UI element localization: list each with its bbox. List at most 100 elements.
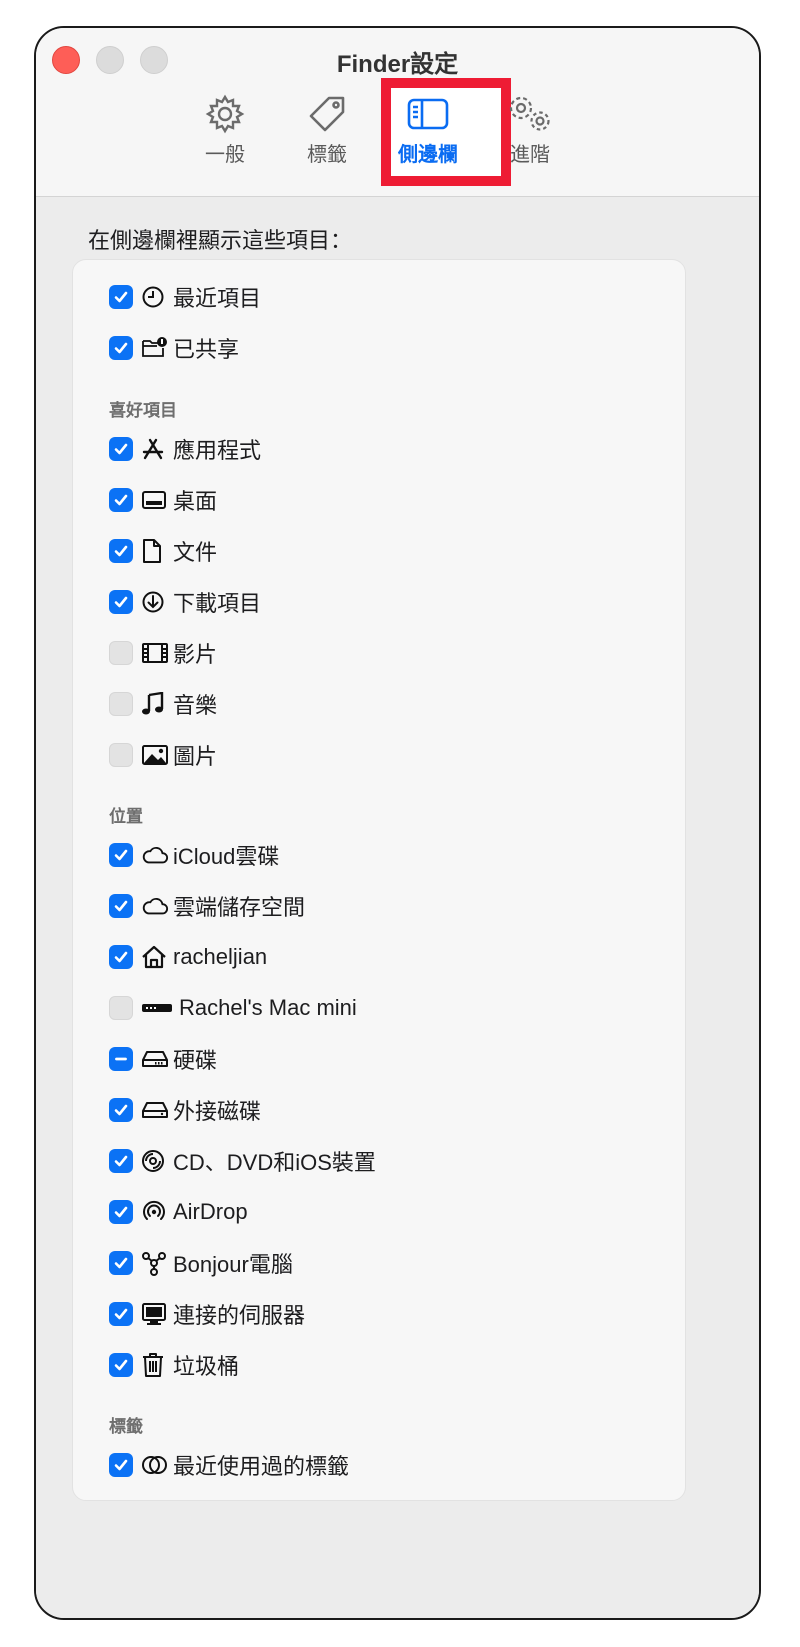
toolbar: Finder設定 一般 標籤 側邊欄 進階	[36, 28, 759, 197]
checkbox[interactable]	[109, 641, 133, 665]
tab-sidebar[interactable]: 側邊欄	[378, 94, 478, 167]
section-label-tags: 標籤	[109, 1417, 143, 1436]
section-label-favorites: 喜好項目	[109, 401, 177, 420]
desktop-icon	[141, 488, 169, 512]
option-cloud-storage[interactable]: 雲端儲存空間	[109, 889, 305, 923]
photo-icon	[141, 743, 169, 767]
checkbox[interactable]	[109, 1149, 133, 1173]
sidebar-items-panel: 最近項目 已共享 喜好項目 應用程式 桌面 文件 下載項目 影片 音樂 圖片 位…	[72, 259, 686, 1501]
checkbox[interactable]	[109, 1251, 133, 1275]
option-external-disks[interactable]: 外接磁碟	[109, 1093, 261, 1127]
settings-content: 在側邊欄裡顯示這些項目： 最近項目 已共享 喜好項目 應用程式 桌面 文件 下載…	[36, 197, 759, 1618]
download-icon	[141, 590, 169, 614]
option-label: iCloud雲碟	[173, 844, 280, 869]
option-label: 硬碟	[173, 1048, 218, 1073]
option-documents[interactable]: 文件	[109, 534, 217, 568]
option-label: 雲端儲存空間	[173, 895, 306, 920]
section-heading: 在側邊欄裡顯示這些項目：	[88, 228, 353, 253]
bonjour-icon	[141, 1251, 169, 1276]
cloud-icon	[141, 843, 169, 867]
checkbox[interactable]	[109, 1453, 133, 1477]
option-applications[interactable]: 應用程式	[109, 432, 261, 466]
checkbox[interactable]	[109, 743, 133, 767]
option-label: 下載項目	[173, 591, 262, 616]
option-cd-dvd-ios[interactable]: CD、DVD和iOS裝置	[109, 1144, 376, 1178]
option-label: Bonjour電腦	[173, 1252, 293, 1277]
option-label: 連接的伺服器	[173, 1303, 306, 1328]
tag-icon	[309, 96, 345, 132]
option-connected-servers[interactable]: 連接的伺服器	[109, 1297, 305, 1331]
drive-icon	[141, 1047, 169, 1071]
option-recent-tags[interactable]: 最近使用過的標籤	[109, 1448, 349, 1482]
tab-general[interactable]: 一般	[175, 94, 275, 167]
tab-label: 一般	[205, 144, 245, 166]
tab-label: 側邊欄	[398, 144, 458, 166]
checkbox[interactable]	[109, 437, 133, 461]
checkbox[interactable]	[109, 1098, 133, 1122]
option-label: 桌面	[173, 489, 218, 514]
option-recents[interactable]: 最近項目	[109, 280, 261, 314]
tab-advanced[interactable]: 進階	[480, 94, 580, 167]
option-label: 已共享	[173, 337, 240, 362]
checkbox[interactable]	[109, 488, 133, 512]
window-title: Finder設定	[336, 51, 459, 78]
tab-label: 標籤	[307, 144, 347, 166]
document-icon	[141, 539, 169, 563]
checkbox[interactable]	[109, 945, 133, 969]
gear-icon	[205, 94, 245, 134]
film-icon	[141, 641, 169, 665]
option-bonjour[interactable]: Bonjour電腦	[109, 1246, 293, 1280]
option-label: AirDrop	[173, 1199, 248, 1224]
home-icon	[141, 945, 169, 969]
option-label: Rachel's Mac mini	[179, 995, 357, 1020]
option-label: 音樂	[173, 693, 218, 718]
external-drive-icon	[141, 1098, 169, 1122]
option-home[interactable]: racheljian	[109, 940, 267, 974]
server-icon	[141, 1302, 169, 1326]
shared-folder-icon	[141, 336, 169, 360]
option-pictures[interactable]: 圖片	[109, 738, 217, 772]
gears-icon	[509, 96, 550, 131]
option-shared[interactable]: 已共享	[109, 331, 239, 365]
sidebar-icon	[407, 98, 449, 130]
checkbox[interactable]	[109, 539, 133, 563]
option-label: 文件	[173, 540, 218, 565]
option-label: CD、DVD和iOS裝置	[173, 1150, 376, 1175]
checkbox[interactable]	[109, 1353, 133, 1377]
option-icloud-drive[interactable]: iCloud雲碟	[109, 838, 279, 872]
option-label: 影片	[173, 642, 218, 667]
option-hard-disks[interactable]: 硬碟	[109, 1042, 217, 1076]
music-icon	[141, 692, 169, 716]
option-label: 最近使用過的標籤	[173, 1454, 350, 1479]
checkbox[interactable]	[109, 996, 133, 1020]
option-downloads[interactable]: 下載項目	[109, 585, 261, 619]
checkbox[interactable]	[109, 285, 133, 309]
cloud-icon	[141, 894, 169, 918]
option-trash[interactable]: 垃圾桶	[109, 1348, 239, 1382]
clock-icon	[141, 285, 169, 309]
option-desktop[interactable]: 桌面	[109, 483, 217, 517]
checkbox[interactable]	[109, 1302, 133, 1326]
mac-mini-icon	[141, 996, 175, 1020]
checkbox[interactable]	[109, 1200, 133, 1224]
option-mac-mini[interactable]: Rachel's Mac mini	[109, 991, 357, 1025]
option-label: 圖片	[173, 744, 218, 769]
checkbox[interactable]	[109, 336, 133, 360]
option-label: 垃圾桶	[173, 1354, 240, 1379]
checkbox[interactable]	[109, 590, 133, 614]
section-label-locations: 位置	[109, 807, 143, 826]
disc-icon	[141, 1149, 169, 1173]
finder-settings-window: Finder設定 一般 標籤 側邊欄 進階 在側邊欄裡顯示這些項目： 最近項目 …	[34, 26, 761, 1620]
checkbox[interactable]	[109, 894, 133, 918]
option-movies[interactable]: 影片	[109, 636, 217, 670]
option-airdrop[interactable]: AirDrop	[109, 1195, 248, 1229]
option-label: racheljian	[173, 944, 268, 969]
trash-icon	[141, 1353, 169, 1377]
checkbox[interactable]	[109, 843, 133, 867]
checkbox[interactable]	[109, 692, 133, 716]
option-label: 外接磁碟	[173, 1099, 262, 1124]
tag-circles-icon	[141, 1453, 169, 1477]
tab-tags[interactable]: 標籤	[277, 94, 377, 167]
checkbox[interactable]	[109, 1047, 133, 1071]
option-music[interactable]: 音樂	[109, 687, 217, 721]
